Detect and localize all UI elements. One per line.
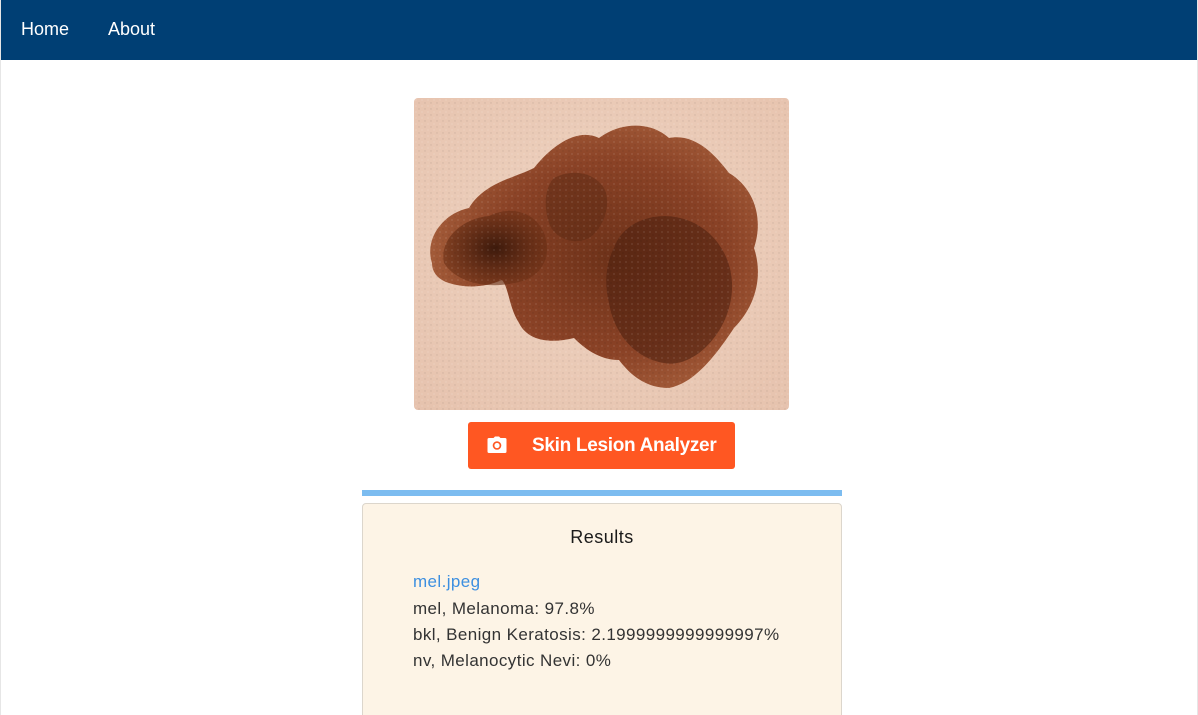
camera-icon (487, 436, 507, 454)
analyzer-button-label: Skin Lesion Analyzer (532, 435, 717, 456)
nav-about-link[interactable]: About (108, 19, 155, 40)
lesion-image (414, 98, 789, 410)
results-title: Results (570, 527, 634, 547)
prediction-line: nv, Melanocytic Nevi: 0% (413, 651, 612, 670)
page: Home About Skin Lesion Analyzer Results … (0, 0, 1198, 715)
prediction-line: bkl, Benign Keratosis: 2.199999999999999… (413, 625, 780, 644)
result-file-link[interactable]: mel.jpeg (413, 572, 480, 592)
progress-fill (362, 490, 842, 496)
analysis-progress-bar (362, 490, 842, 496)
nav-home-link[interactable]: Home (21, 19, 69, 40)
results-card: Results mel.jpeg mel, Melanoma: 97.8% bk… (362, 503, 842, 715)
skin-lesion-analyzer-button[interactable]: Skin Lesion Analyzer (468, 422, 735, 469)
prediction-line: mel, Melanoma: 97.8% (413, 599, 595, 618)
navbar: Home About (1, 0, 1197, 60)
